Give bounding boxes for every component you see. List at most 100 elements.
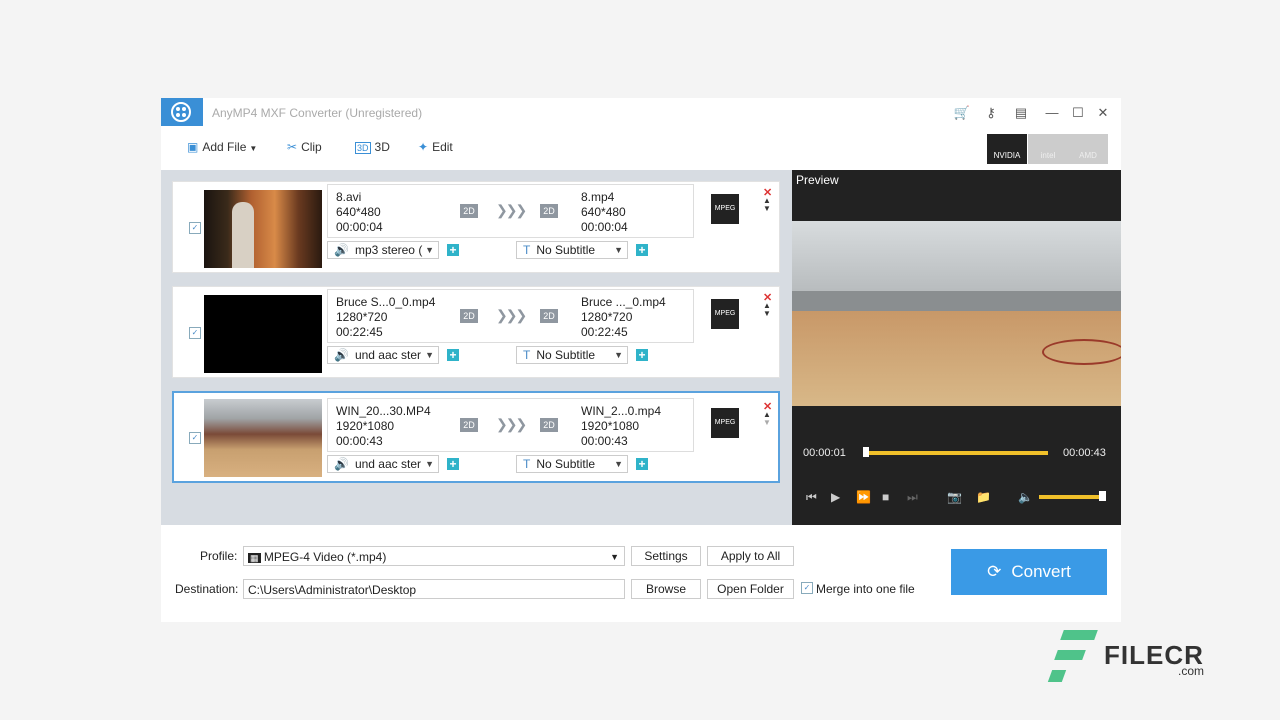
3d-button[interactable]: 3D3D [355,140,390,154]
progress-handle[interactable] [863,447,869,457]
convert-button[interactable]: ⟳Convert [951,549,1107,595]
toolbar: ▣Add File▼ ✂Clip 3D3D ✦Edit [161,128,1121,168]
3d-icon: 3D [355,142,371,154]
cart-icon[interactable]: 🛒 [953,104,971,122]
profile-select[interactable]: ▦ MPEG-4 Video (*.mp4) ▼ [243,546,625,566]
add-audio-button[interactable]: + [447,458,459,470]
file-list: ✓ 8.avi 640*480 00:00:04 2D ❯❯❯ 2D 8.mp4… [161,170,792,525]
destination-label: Destination: [175,582,238,596]
add-audio-button[interactable]: + [447,244,459,256]
list-item[interactable]: ✓ 8.avi 640*480 00:00:04 2D ❯❯❯ 2D 8.mp4… [172,181,780,273]
window-title: AnyMP4 MXF Converter (Unregistered) [212,106,422,120]
fast-forward-icon[interactable]: ⏩ [856,490,871,504]
speaker-icon: 🔊 [334,457,349,471]
merge-label: Merge into one file [816,582,915,596]
volume-icon[interactable]: 🔈 [1018,490,1033,504]
mpeg-icon: ▦ [248,553,261,563]
watermark: FILECR .com [1048,628,1218,686]
2d-badge: 2D [540,309,558,323]
preview-panel: Preview 00:00:01 00:00:43 ⏮ ▶ ⏩ ■ ⏭ 📷 📁 … [792,170,1121,525]
audio-track-select[interactable]: 🔊mp3 stereo (▼ [327,241,439,259]
apply-to-all-button[interactable]: Apply to All [707,546,794,566]
subtitle-select[interactable]: TNo Subtitle▼ [516,346,628,364]
item-checkbox[interactable]: ✓ [189,432,201,444]
file-info: Bruce S...0_0.mp4 1280*720 00:22:45 2D ❯… [327,289,694,343]
volume-slider[interactable] [1039,495,1104,499]
camera-icon[interactable]: 📷 [947,490,962,504]
app-logo [161,98,203,126]
chevron-down-icon: ▼ [425,242,434,258]
convert-arrows-icon: ❯❯❯ [496,416,525,433]
add-file-icon: ▣ [187,140,198,154]
chevron-down-icon: ▼ [610,547,619,567]
move-down-icon[interactable]: ▼ [763,418,771,427]
subtitle-select[interactable]: TNo Subtitle▼ [516,241,628,259]
text-icon: T [523,457,530,471]
total-time: 00:00:43 [1063,447,1106,459]
stop-icon[interactable]: ■ [882,490,889,504]
mpeg-format-icon[interactable]: MPEG [711,194,739,224]
chevron-down-icon: ▼ [614,347,623,363]
edit-button[interactable]: ✦Edit [418,140,453,154]
play-icon[interactable]: ▶ [831,490,840,504]
item-checkbox[interactable]: ✓ [189,222,201,234]
gpu-amd[interactable]: AMD [1068,134,1108,164]
scissors-icon: ✂ [287,140,297,154]
chevron-down-icon: ▼ [425,347,434,363]
move-down-icon[interactable]: ▼ [763,204,771,213]
chevron-down-icon: ▼ [249,144,257,153]
feedback-icon[interactable]: ▤ [1012,104,1030,122]
app-window: AnyMP4 MXF Converter (Unregistered) 🛒 ⚷ … [161,98,1121,622]
open-folder-button[interactable]: Open Folder [707,579,794,599]
item-checkbox[interactable]: ✓ [189,327,201,339]
progress-bar[interactable] [863,451,1048,455]
2d-badge: 2D [540,204,558,218]
profile-label: Profile: [200,549,237,563]
destination-input[interactable]: C:\Users\Administrator\Desktop [243,579,625,599]
add-subtitle-button[interactable]: + [636,349,648,361]
video-thumbnail [204,190,322,268]
volume-handle[interactable] [1099,491,1106,501]
clip-button[interactable]: ✂Clip [287,140,322,154]
chevron-down-icon: ▼ [614,456,623,472]
audio-track-select[interactable]: 🔊und aac ster▼ [327,346,439,364]
list-item[interactable]: ✓ WIN_20...30.MP4 1920*1080 00:00:43 2D … [172,391,780,483]
2d-badge: 2D [460,204,478,218]
mpeg-format-icon[interactable]: MPEG [711,299,739,329]
mpeg-format-icon[interactable]: MPEG [711,408,739,438]
video-thumbnail [204,295,322,373]
gpu-intel[interactable]: intel [1028,134,1068,164]
merge-checkbox[interactable]: ✓ [801,582,813,594]
subtitle-select[interactable]: TNo Subtitle▼ [516,455,628,473]
folder-icon[interactable]: 📁 [976,490,991,504]
video-frame[interactable] [792,221,1121,406]
2d-badge: 2D [540,418,558,432]
add-subtitle-button[interactable]: + [636,458,648,470]
minimize-icon[interactable]: — [1043,104,1061,122]
2d-badge: 2D [460,418,478,432]
video-thumbnail [204,399,322,477]
move-down-icon[interactable]: ▼ [763,309,771,318]
audio-track-select[interactable]: 🔊und aac ster▼ [327,455,439,473]
chevron-down-icon: ▼ [425,456,434,472]
file-info: 8.avi 640*480 00:00:04 2D ❯❯❯ 2D 8.mp4 6… [327,184,694,238]
convert-arrows-icon: ❯❯❯ [496,307,525,324]
convert-arrows-icon: ❯❯❯ [496,202,525,219]
maximize-icon[interactable]: ☐ [1069,104,1087,122]
skip-forward-icon[interactable]: ⏭ [907,490,918,505]
speaker-icon: 🔊 [334,348,349,362]
skip-back-icon[interactable]: ⏮ [806,490,817,505]
add-subtitle-button[interactable]: + [636,244,648,256]
film-reel-icon [161,98,203,126]
browse-button[interactable]: Browse [631,579,701,599]
settings-button[interactable]: Settings [631,546,701,566]
refresh-icon: ⟳ [987,562,1001,581]
key-icon[interactable]: ⚷ [982,104,1000,122]
text-icon: T [523,348,530,362]
gpu-nvidia[interactable]: NVIDIA [987,134,1027,164]
list-item[interactable]: ✓ Bruce S...0_0.mp4 1280*720 00:22:45 2D… [172,286,780,378]
add-file-button[interactable]: ▣Add File▼ [187,140,257,154]
close-icon[interactable]: ✕ [1094,104,1112,122]
output-settings: Profile: ▦ MPEG-4 Video (*.mp4) ▼ Settin… [161,525,1121,622]
add-audio-button[interactable]: + [447,349,459,361]
